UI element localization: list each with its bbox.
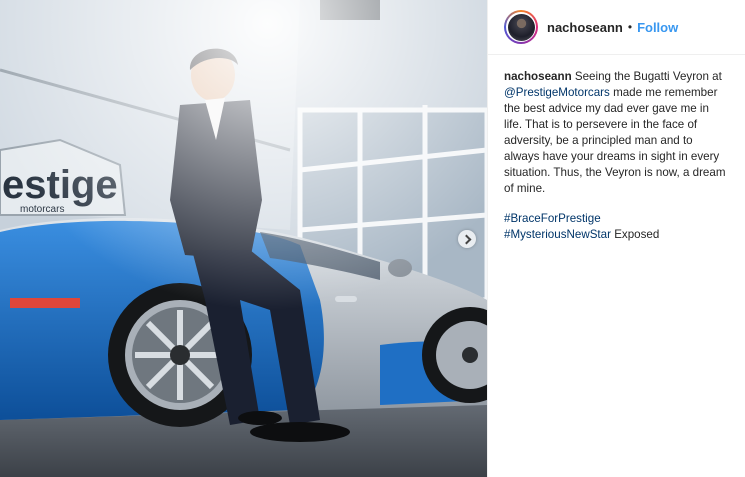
avatar bbox=[506, 12, 536, 42]
separator-dot: • bbox=[627, 20, 633, 34]
post-photo[interactable]: estige motorcars bbox=[0, 0, 487, 477]
post-header: nachoseann • Follow bbox=[488, 0, 745, 55]
hashtag-link[interactable]: #MysteriousNewStar bbox=[504, 228, 611, 241]
caption-text-after: made me remember the best advice my dad … bbox=[504, 86, 726, 195]
hashtag-line: #BraceForPrestige bbox=[504, 211, 729, 227]
hashtag-suffix: Exposed bbox=[610, 228, 660, 241]
caption-username[interactable]: nachoseann bbox=[504, 70, 572, 83]
chevron-right-icon bbox=[461, 234, 471, 244]
caption-mention-link[interactable]: @PrestigeMotorcars bbox=[504, 86, 610, 99]
avatar-story-ring[interactable] bbox=[504, 10, 538, 44]
caption-text-before: Seeing the Bugatti Veyron at bbox=[571, 70, 722, 83]
hashtag-line: #MysteriousNewStar Exposed bbox=[504, 227, 729, 243]
post-caption: nachoseann Seeing the Bugatti Veyron at … bbox=[488, 55, 745, 243]
follow-button[interactable]: Follow bbox=[637, 20, 678, 35]
hashtag-link[interactable]: #BraceForPrestige bbox=[504, 212, 601, 225]
post-sidebar: nachoseann • Follow nachoseann Seeing th… bbox=[487, 0, 745, 477]
showroom-scene: estige motorcars bbox=[0, 0, 487, 477]
hashtag-list: #BraceForPrestige #MysteriousNewStar Exp… bbox=[504, 211, 729, 243]
avatar-image bbox=[507, 13, 535, 41]
next-photo-button[interactable] bbox=[458, 230, 476, 248]
header-username[interactable]: nachoseann bbox=[547, 20, 623, 35]
